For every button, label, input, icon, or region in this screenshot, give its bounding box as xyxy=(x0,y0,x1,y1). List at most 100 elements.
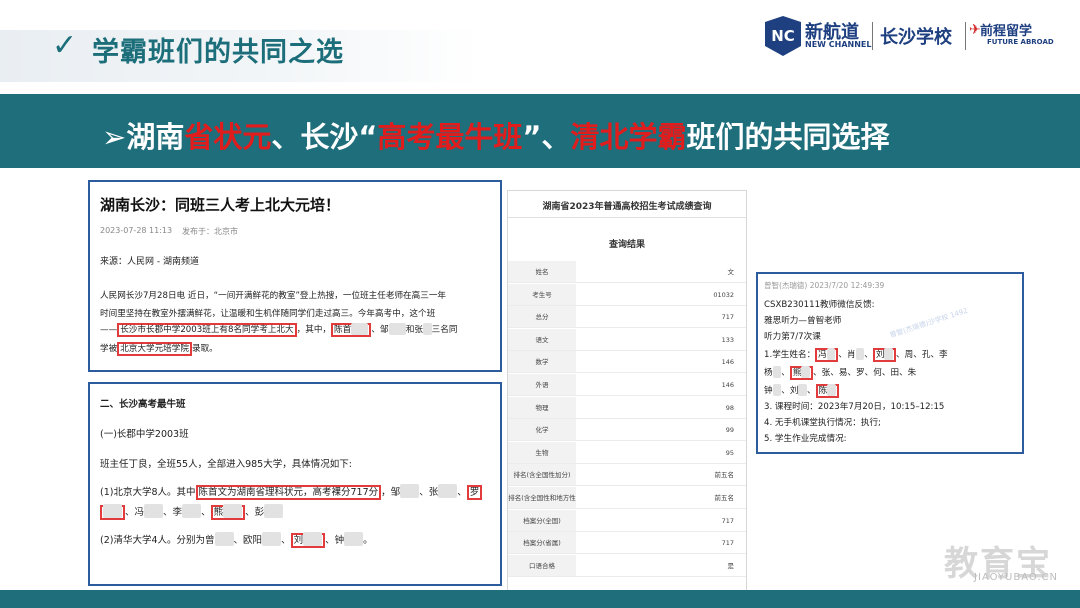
blurred-name: 某某 xyxy=(103,504,123,518)
highlight-box: 刘某某 xyxy=(290,532,326,548)
result-line: 某某、冯某某、李某某、熊某某、彭某某 xyxy=(100,504,284,520)
score-row-label: 总分 xyxy=(508,306,576,329)
blurred-name: 某某 xyxy=(214,532,234,546)
score-row-label: 档案分(全国) xyxy=(508,509,576,532)
score-row-value: 前五名 xyxy=(714,471,735,480)
row-divider xyxy=(508,575,746,577)
banner-seg: 湖南 xyxy=(126,120,185,154)
highlight-box: 陈首某某 xyxy=(331,323,372,337)
banner-seg: ”、 xyxy=(522,120,571,154)
blurred-name: 某 xyxy=(772,384,782,396)
score-row: 化学 99 xyxy=(508,419,746,442)
highlight-box: 陈某 xyxy=(815,384,839,398)
text: 、 xyxy=(281,535,291,546)
score-report-subtitle: 查询结果 xyxy=(608,240,645,250)
score-row-value: 717 xyxy=(721,516,734,525)
feedback-line: 4. 无手机课堂执行情况：执行; xyxy=(764,418,881,428)
banner-highlight: 高考最牛班 xyxy=(377,120,523,154)
section-heading: 二、长沙高考最牛班 xyxy=(100,399,186,410)
text: 、欧阳 xyxy=(233,535,263,546)
score-row: 数学 146 xyxy=(508,351,746,374)
blurred-name: 某某 xyxy=(388,323,406,335)
score-row-value: 99 xyxy=(725,426,734,435)
text: 刘 xyxy=(875,350,885,360)
text: 、彭 xyxy=(245,507,265,518)
text: ，其中， xyxy=(296,325,332,335)
score-report-title: 湖南省2023年普通高校招生考试成绩查询 xyxy=(542,202,712,212)
feedback-line: 听力第7/7次课 xyxy=(764,332,821,342)
score-row-label: 考生号 xyxy=(508,283,576,306)
score-row: 总分 717 xyxy=(508,306,746,329)
text: 熊 xyxy=(792,368,802,378)
score-row-label: 数学 xyxy=(508,351,576,374)
blurred-name: 某某 xyxy=(400,484,420,498)
banner-highlight: 省状元 xyxy=(184,120,272,154)
feedback-line: 1.学生姓名：冯某、肖某、刘某、周、孔、李 xyxy=(764,348,948,362)
blurred-name: 某 xyxy=(801,366,811,378)
blurred-name: 某某 xyxy=(223,504,243,518)
highlight-box: 北京大学元培学院 xyxy=(117,342,192,356)
text: 、何 xyxy=(864,368,882,378)
result-line: (1)北京大学8人。其中陈首文为湖南省理科状元，高考裸分717分，邹某某、张某某… xyxy=(100,484,483,500)
blurred-name: 某某 xyxy=(344,532,364,546)
blurred-name: 某 xyxy=(827,384,836,396)
text: ，邹 xyxy=(381,487,401,498)
blurred-name: 某 xyxy=(884,348,894,360)
score-row-value: 146 xyxy=(721,381,734,389)
check-icon: ✓ xyxy=(52,28,78,63)
score-row-label: 排名(含全国性和地方性加分) xyxy=(508,487,576,524)
school-name: 长沙学校 xyxy=(880,27,952,48)
highlight-box: 熊某 xyxy=(789,366,814,380)
score-row-value: 95 xyxy=(725,448,734,457)
text: 陈 xyxy=(818,386,828,396)
plane-icon: ✈ xyxy=(969,22,981,38)
feedback-line: 钟某、刘某、陈某 xyxy=(764,384,839,398)
brand-english: NEW CHANNEL xyxy=(805,40,872,49)
text: 、罗 xyxy=(847,368,865,378)
text: 、田 xyxy=(881,368,900,378)
jiaoyubao-url: JIAOYUBAO.CN xyxy=(974,572,1058,583)
feedback-line: 杨某、熊某、张、易、罗、何、田、朱 xyxy=(764,366,916,380)
score-report-panel: 湖南省2023年普通高校招生考试成绩查询 查询结果 姓名 文考生号 01032 总分 7… xyxy=(507,190,747,592)
blurred-name: 某 xyxy=(826,348,836,360)
feedback-line: 雅思听力—曾智老师 xyxy=(764,316,842,326)
blurred-name: 某 xyxy=(798,384,808,396)
news-article-panel: 湖南长沙：同班三人考上北大元培！ 2023-07-28 11:13 发布于：北京… xyxy=(88,180,502,372)
text: 冯 xyxy=(818,350,827,360)
watermark: 曾智(杰瑞德)沙学校 1492 xyxy=(888,306,969,340)
score-row: 外语 146 xyxy=(508,374,746,396)
score-row: 姓名 文 xyxy=(508,261,746,283)
text: 、易 xyxy=(830,368,848,378)
score-row-value: 98 xyxy=(725,403,734,412)
score-row: 生物 95 xyxy=(508,441,746,464)
text: (1)北京大学8人。其中 xyxy=(100,487,196,498)
highlight-box: 陈首文为湖南省理科状元，高考裸分717分 xyxy=(195,485,382,500)
score-row-value: 133 xyxy=(721,335,734,344)
text: (2)清华大学4人。分别为曾 xyxy=(100,535,215,546)
divider xyxy=(508,217,746,218)
score-row-value: 文 xyxy=(727,268,735,276)
nc-logo-icon: NC xyxy=(765,16,801,56)
bottom-bar xyxy=(0,590,1080,608)
text: 、李 xyxy=(163,507,183,518)
page-title: 学霸班们的共同之选 xyxy=(92,37,344,68)
highlight-box: 罗 xyxy=(466,485,483,500)
partner-name: 前程留学 xyxy=(980,24,1033,39)
blurred-name: 某某 xyxy=(438,484,458,498)
score-row-label: 口语合格 xyxy=(508,554,576,577)
text: 、 xyxy=(807,386,816,396)
text: 录取。 xyxy=(191,344,218,354)
score-row: 语文 133 xyxy=(508,328,746,351)
article-source: 来源：人民网 - 湖南频道 xyxy=(100,257,199,267)
banner-headline: ➢湖南省状元、长沙“高考最牛班”、清北学霸班们的共同选择 xyxy=(102,114,890,156)
text: 、孔 xyxy=(913,350,931,360)
text: 杨 xyxy=(764,368,773,378)
text: 、李 xyxy=(930,350,948,360)
article-date: 2023-07-28 11:13 xyxy=(100,226,173,235)
arrow-icon: ➢ xyxy=(102,120,127,154)
text: 、冯 xyxy=(125,507,145,518)
highlight-box: 冯某 xyxy=(815,348,839,362)
score-row-label: 外语 xyxy=(508,374,576,396)
score-row-label: 生物 xyxy=(508,441,576,464)
text: 。 xyxy=(363,535,373,546)
